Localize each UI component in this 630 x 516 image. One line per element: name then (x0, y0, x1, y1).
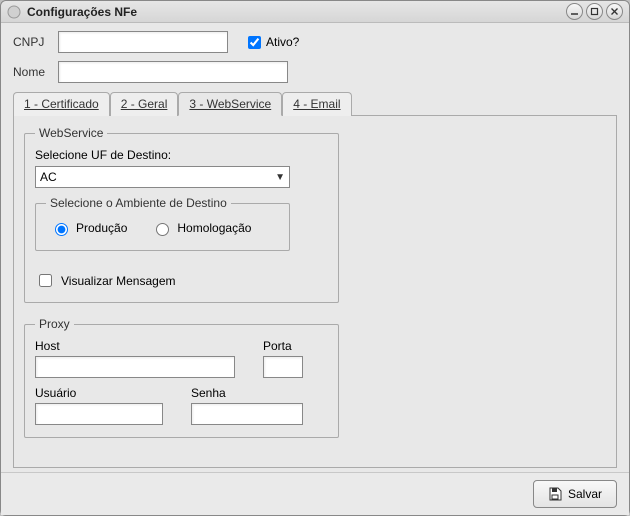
window-title: Configurações NFe (27, 5, 137, 19)
host-label: Host (35, 339, 235, 353)
tab-panel-webservice: WebService Selecione UF de Destino: AC ▼… (13, 116, 617, 468)
ativo-label: Ativo? (266, 35, 299, 49)
visualizar-checkbox[interactable] (39, 274, 52, 287)
uf-label: Selecione UF de Destino: (35, 148, 328, 162)
radio-producao-wrap[interactable]: Produção (50, 220, 127, 236)
tab-bar: 1 - Certificado 2 - Geral 3 - WebService… (13, 91, 617, 116)
ativo-checkbox[interactable] (248, 36, 261, 49)
tab-geral[interactable]: 2 - Geral (110, 92, 179, 116)
salvar-label: Salvar (568, 487, 602, 501)
uf-select[interactable]: AC ▼ (35, 166, 290, 188)
nome-input[interactable] (58, 61, 288, 83)
ambiente-fieldset: Selecione o Ambiente de Destino Produção… (35, 196, 290, 251)
app-icon (7, 5, 21, 19)
radio-homolog-wrap[interactable]: Homologação (151, 220, 251, 236)
chevron-down-icon: ▼ (275, 172, 285, 183)
radio-producao[interactable] (55, 223, 68, 236)
proxy-legend: Proxy (35, 317, 74, 331)
visualizar-label: Visualizar Mensagem (61, 274, 176, 288)
visualizar-checkbox-wrap[interactable]: Visualizar Mensagem (35, 271, 176, 290)
ativo-checkbox-wrap[interactable]: Ativo? (244, 33, 299, 52)
close-button[interactable] (606, 3, 623, 20)
host-input[interactable] (35, 356, 235, 378)
usuario-input[interactable] (35, 403, 163, 425)
ambiente-legend: Selecione o Ambiente de Destino (46, 196, 231, 210)
tab-email[interactable]: 4 - Email (282, 92, 351, 116)
porta-input[interactable] (263, 356, 303, 378)
uf-select-value: AC (40, 170, 57, 184)
titlebar: Configurações NFe (1, 1, 629, 23)
tab-webservice[interactable]: 3 - WebService (178, 92, 282, 116)
proxy-fieldset: Proxy Host Porta Usuário (24, 317, 339, 438)
maximize-button[interactable] (586, 3, 603, 20)
minimize-button[interactable] (566, 3, 583, 20)
salvar-button[interactable]: Salvar (533, 480, 617, 508)
webservice-legend: WebService (35, 126, 107, 140)
usuario-label: Usuário (35, 386, 163, 400)
cnpj-label: CNPJ (13, 35, 58, 49)
senha-input[interactable] (191, 403, 303, 425)
tab-certificado[interactable]: 1 - Certificado (13, 92, 110, 116)
save-icon (548, 487, 562, 501)
footer: Salvar (1, 472, 629, 515)
radio-homolog-label: Homologação (177, 221, 251, 235)
porta-label: Porta (263, 339, 303, 353)
window: Configurações NFe CNPJ Ativo? Nome 1 - C… (0, 0, 630, 516)
webservice-fieldset: WebService Selecione UF de Destino: AC ▼… (24, 126, 339, 303)
senha-label: Senha (191, 386, 303, 400)
cnpj-input[interactable] (58, 31, 228, 53)
nome-label: Nome (13, 65, 58, 79)
radio-producao-label: Produção (76, 221, 127, 235)
radio-homolog[interactable] (156, 223, 169, 236)
